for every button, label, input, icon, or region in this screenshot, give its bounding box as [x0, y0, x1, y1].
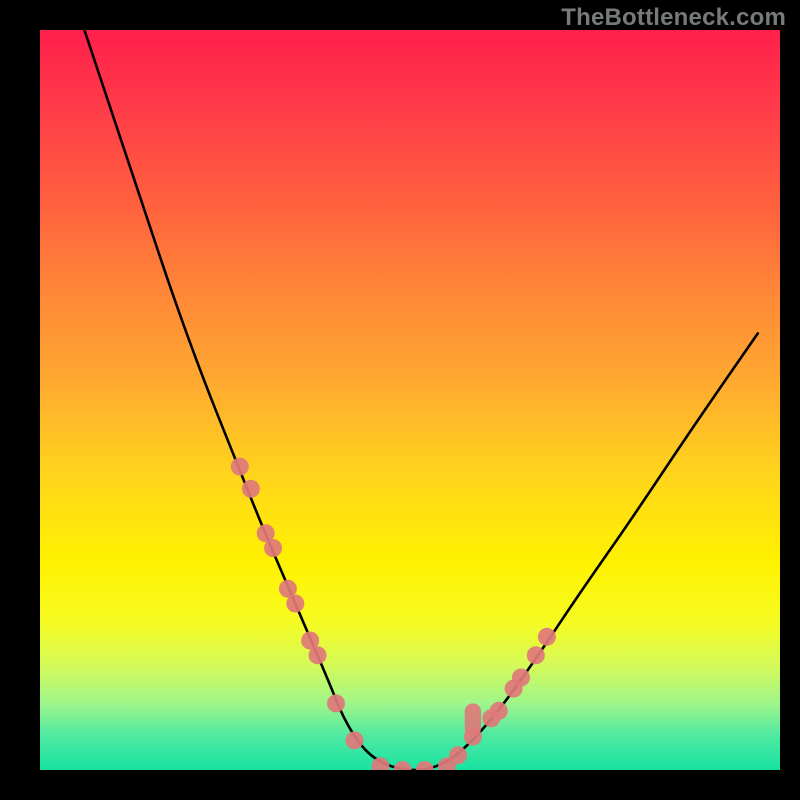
- highlight-point: [464, 728, 482, 746]
- bottleneck-curve: [84, 30, 757, 770]
- highlight-point: [490, 702, 508, 720]
- highlight-point: [327, 694, 345, 712]
- highlight-point: [394, 761, 412, 770]
- chart-svg: [40, 30, 780, 770]
- highlight-point: [416, 761, 434, 770]
- highlight-point: [286, 595, 304, 613]
- highlight-point: [538, 628, 556, 646]
- highlight-point: [242, 480, 260, 498]
- highlight-point: [264, 539, 282, 557]
- chart-frame: TheBottleneck.com: [0, 0, 800, 800]
- highlight-point: [231, 458, 249, 476]
- highlight-point: [309, 646, 327, 664]
- plot-area: [40, 30, 780, 770]
- watermark-text: TheBottleneck.com: [561, 4, 786, 32]
- highlight-point: [346, 731, 364, 749]
- highlight-point: [512, 669, 530, 687]
- highlight-point: [449, 746, 467, 764]
- highlight-point: [527, 646, 545, 664]
- highlight-point: [371, 757, 389, 770]
